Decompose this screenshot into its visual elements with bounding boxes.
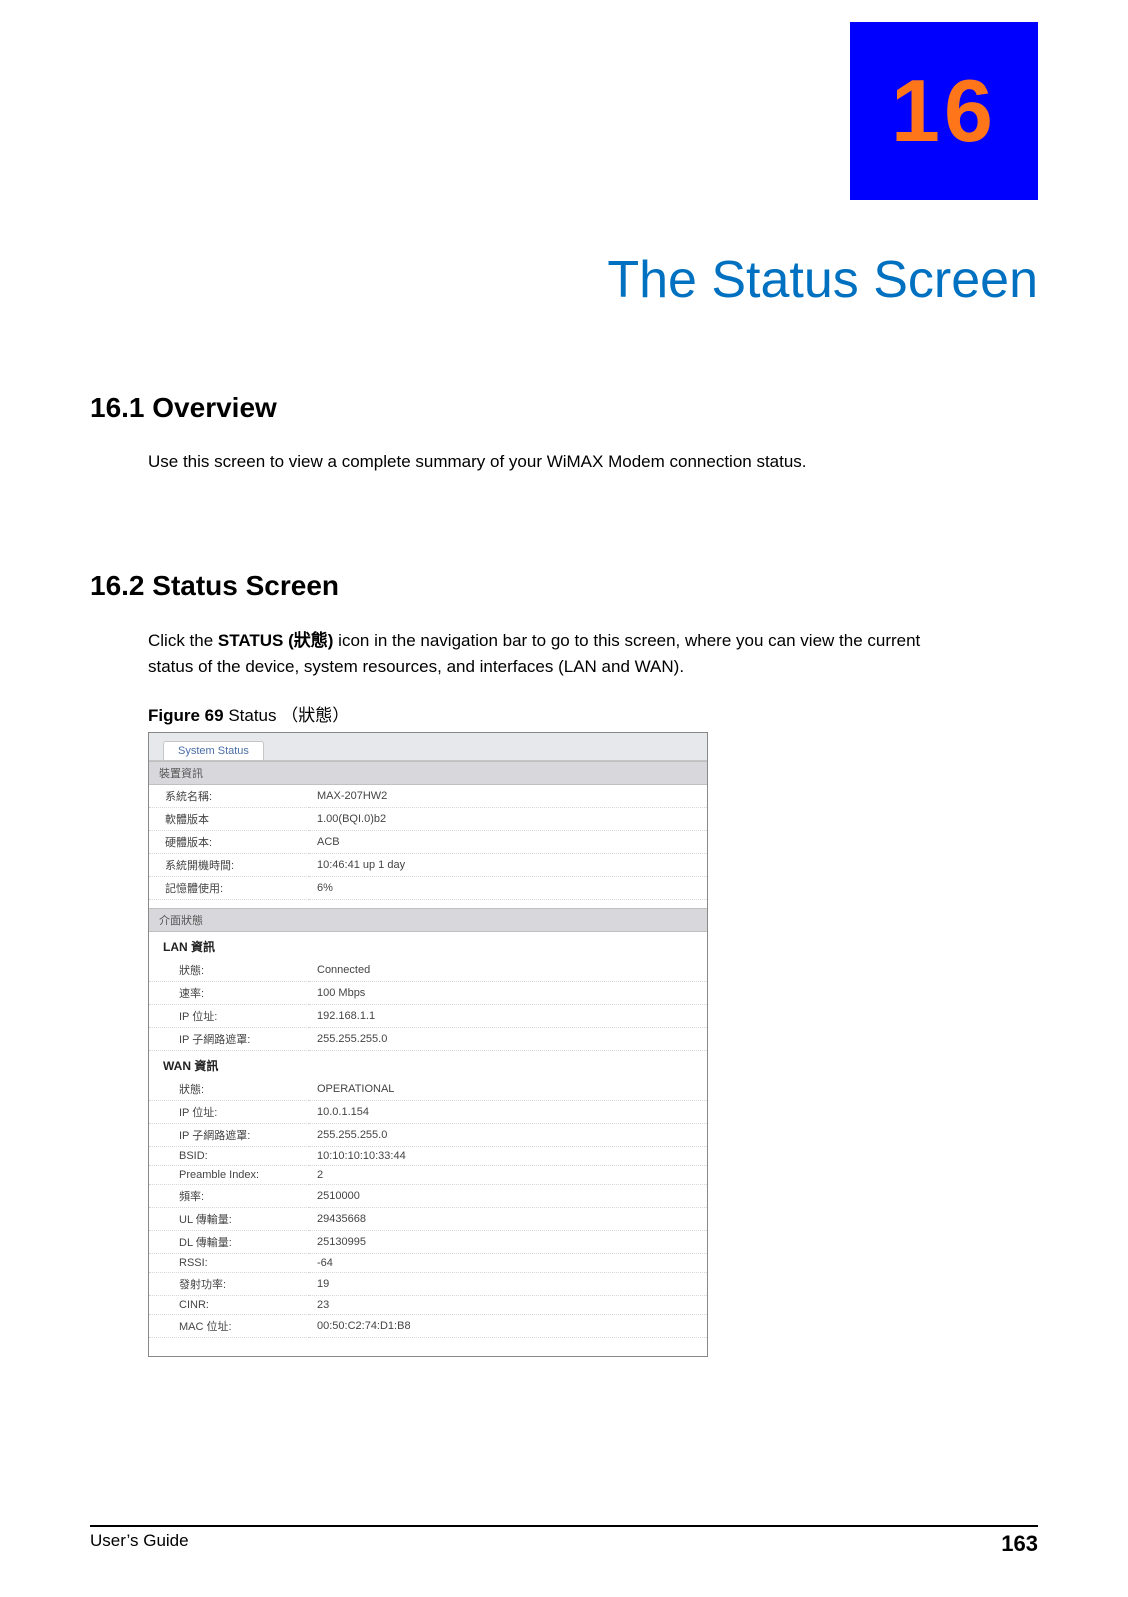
page: 16 CHAPTER 16 The Status Screen 16.1 Ove… xyxy=(0,0,1128,1597)
row-key: UL 傳輸量: xyxy=(149,1208,309,1231)
table-row: RSSI:-64 xyxy=(149,1254,707,1273)
chapter-badge: 16 xyxy=(850,22,1038,200)
table-row: UL 傳輸量:29435668 xyxy=(149,1208,707,1231)
row-key: DL 傳輸量: xyxy=(149,1231,309,1254)
text-fragment: Click the xyxy=(148,631,218,650)
section-2-heading: 16.2 Status Screen xyxy=(90,570,1038,602)
row-value: 255.255.255.0 xyxy=(309,1124,707,1147)
row-value: Connected xyxy=(309,959,707,982)
row-value: 100 Mbps xyxy=(309,982,707,1005)
section-1-text: Use this screen to view a complete summa… xyxy=(148,450,968,475)
row-key: IP 位址: xyxy=(149,1005,309,1028)
table-row: 系統名稱:MAX-207HW2 xyxy=(149,785,707,808)
row-key: 速率: xyxy=(149,982,309,1005)
row-key: MAC 位址: xyxy=(149,1315,309,1338)
row-value: 6% xyxy=(309,877,707,900)
row-key: 系統名稱: xyxy=(149,785,309,808)
table-row: DL 傳輸量:25130995 xyxy=(149,1231,707,1254)
row-key: 硬體版本: xyxy=(149,831,309,854)
row-value: 23 xyxy=(309,1296,707,1315)
section-status-screen: 16.2 Status Screen Click the STATUS (狀態)… xyxy=(90,570,1038,1357)
row-key: 軟體版本 xyxy=(149,808,309,831)
table-row: 頻率:2510000 xyxy=(149,1185,707,1208)
row-value: 10.0.1.154 xyxy=(309,1101,707,1124)
row-value: OPERATIONAL xyxy=(309,1078,707,1101)
row-key: 發射功率: xyxy=(149,1273,309,1296)
page-title: The Status Screen xyxy=(90,250,1038,310)
row-key: IP 位址: xyxy=(149,1101,309,1124)
row-value: 192.168.1.1 xyxy=(309,1005,707,1028)
row-value: 29435668 xyxy=(309,1208,707,1231)
spacer xyxy=(149,900,707,908)
figure-caption-text: Status （狀態） xyxy=(224,706,350,725)
table-row: 速率:100 Mbps xyxy=(149,982,707,1005)
device-info-table: 系統名稱:MAX-207HW2 軟體版本1.00(BQI.0)b2 硬體版本:A… xyxy=(149,785,707,900)
figure-label: Figure 69 xyxy=(148,706,224,725)
tab-row: System Status xyxy=(149,733,707,761)
table-row: CINR:23 xyxy=(149,1296,707,1315)
table-row: MAC 位址:00:50:C2:74:D1:B8 xyxy=(149,1315,707,1338)
row-value: 00:50:C2:74:D1:B8 xyxy=(309,1315,707,1338)
table-row: 狀態:OPERATIONAL xyxy=(149,1078,707,1101)
row-key: 系統開機時間: xyxy=(149,854,309,877)
table-row: 記憶體使用:6% xyxy=(149,877,707,900)
page-footer: User’s Guide 163 xyxy=(90,1525,1038,1557)
row-key: CINR: xyxy=(149,1296,309,1315)
row-key: IP 子網路遮罩: xyxy=(149,1028,309,1051)
text-bold: STATUS (狀態) xyxy=(218,631,334,650)
row-value: 10:10:10:10:33:44 xyxy=(309,1147,707,1166)
row-key: 狀態: xyxy=(149,959,309,982)
lan-heading: LAN 資訊 xyxy=(149,932,707,959)
table-row: 軟體版本1.00(BQI.0)b2 xyxy=(149,808,707,831)
row-value: 25130995 xyxy=(309,1231,707,1254)
table-row: 狀態:Connected xyxy=(149,959,707,982)
row-value: 2 xyxy=(309,1166,707,1185)
row-key: Preamble Index: xyxy=(149,1166,309,1185)
table-row: IP 位址:10.0.1.154 xyxy=(149,1101,707,1124)
wan-table: 狀態:OPERATIONAL IP 位址:10.0.1.154 IP 子網路遮罩… xyxy=(149,1078,707,1338)
row-key: IP 子網路遮罩: xyxy=(149,1124,309,1147)
spacer xyxy=(149,1338,707,1356)
row-value: -64 xyxy=(309,1254,707,1273)
table-row: IP 子網路遮罩:255.255.255.0 xyxy=(149,1028,707,1051)
section-1-heading: 16.1 Overview xyxy=(90,392,1038,424)
row-value: 19 xyxy=(309,1273,707,1296)
row-key: RSSI: xyxy=(149,1254,309,1273)
table-row: Preamble Index:2 xyxy=(149,1166,707,1185)
footer-page-number: 163 xyxy=(1001,1531,1038,1557)
interface-body: LAN 資訊 狀態:Connected 速率:100 Mbps IP 位址:19… xyxy=(149,932,707,1356)
lan-table: 狀態:Connected 速率:100 Mbps IP 位址:192.168.1… xyxy=(149,959,707,1051)
row-key: 狀態: xyxy=(149,1078,309,1101)
wan-heading: WAN 資訊 xyxy=(149,1051,707,1078)
tab-system-status[interactable]: System Status xyxy=(163,741,264,760)
row-value: ACB xyxy=(309,831,707,854)
device-info-header: 裝置資訊 xyxy=(149,761,707,785)
row-value: 1.00(BQI.0)b2 xyxy=(309,808,707,831)
figure-caption: Figure 69 Status （狀態） xyxy=(148,701,1038,726)
section-overview: 16.1 Overview Use this screen to view a … xyxy=(90,392,1038,475)
table-row: BSID:10:10:10:10:33:44 xyxy=(149,1147,707,1166)
table-row: IP 位址:192.168.1.1 xyxy=(149,1005,707,1028)
row-value: 255.255.255.0 xyxy=(309,1028,707,1051)
table-row: 硬體版本:ACB xyxy=(149,831,707,854)
interface-status-header: 介面狀態 xyxy=(149,908,707,932)
row-value: 2510000 xyxy=(309,1185,707,1208)
table-row: 發射功率:19 xyxy=(149,1273,707,1296)
row-value: 10:46:41 up 1 day xyxy=(309,854,707,877)
row-key: 記憶體使用: xyxy=(149,877,309,900)
row-key: 頻率: xyxy=(149,1185,309,1208)
table-row: IP 子網路遮罩:255.255.255.0 xyxy=(149,1124,707,1147)
footer-left: User’s Guide xyxy=(90,1531,189,1557)
row-value: MAX-207HW2 xyxy=(309,785,707,808)
status-screenshot: System Status 裝置資訊 系統名稱:MAX-207HW2 軟體版本1… xyxy=(148,732,708,1357)
table-row: 系統開機時間:10:46:41 up 1 day xyxy=(149,854,707,877)
section-2-text: Click the STATUS (狀態) icon in the naviga… xyxy=(148,628,968,679)
chapter-number: 16 xyxy=(891,60,997,162)
row-key: BSID: xyxy=(149,1147,309,1166)
